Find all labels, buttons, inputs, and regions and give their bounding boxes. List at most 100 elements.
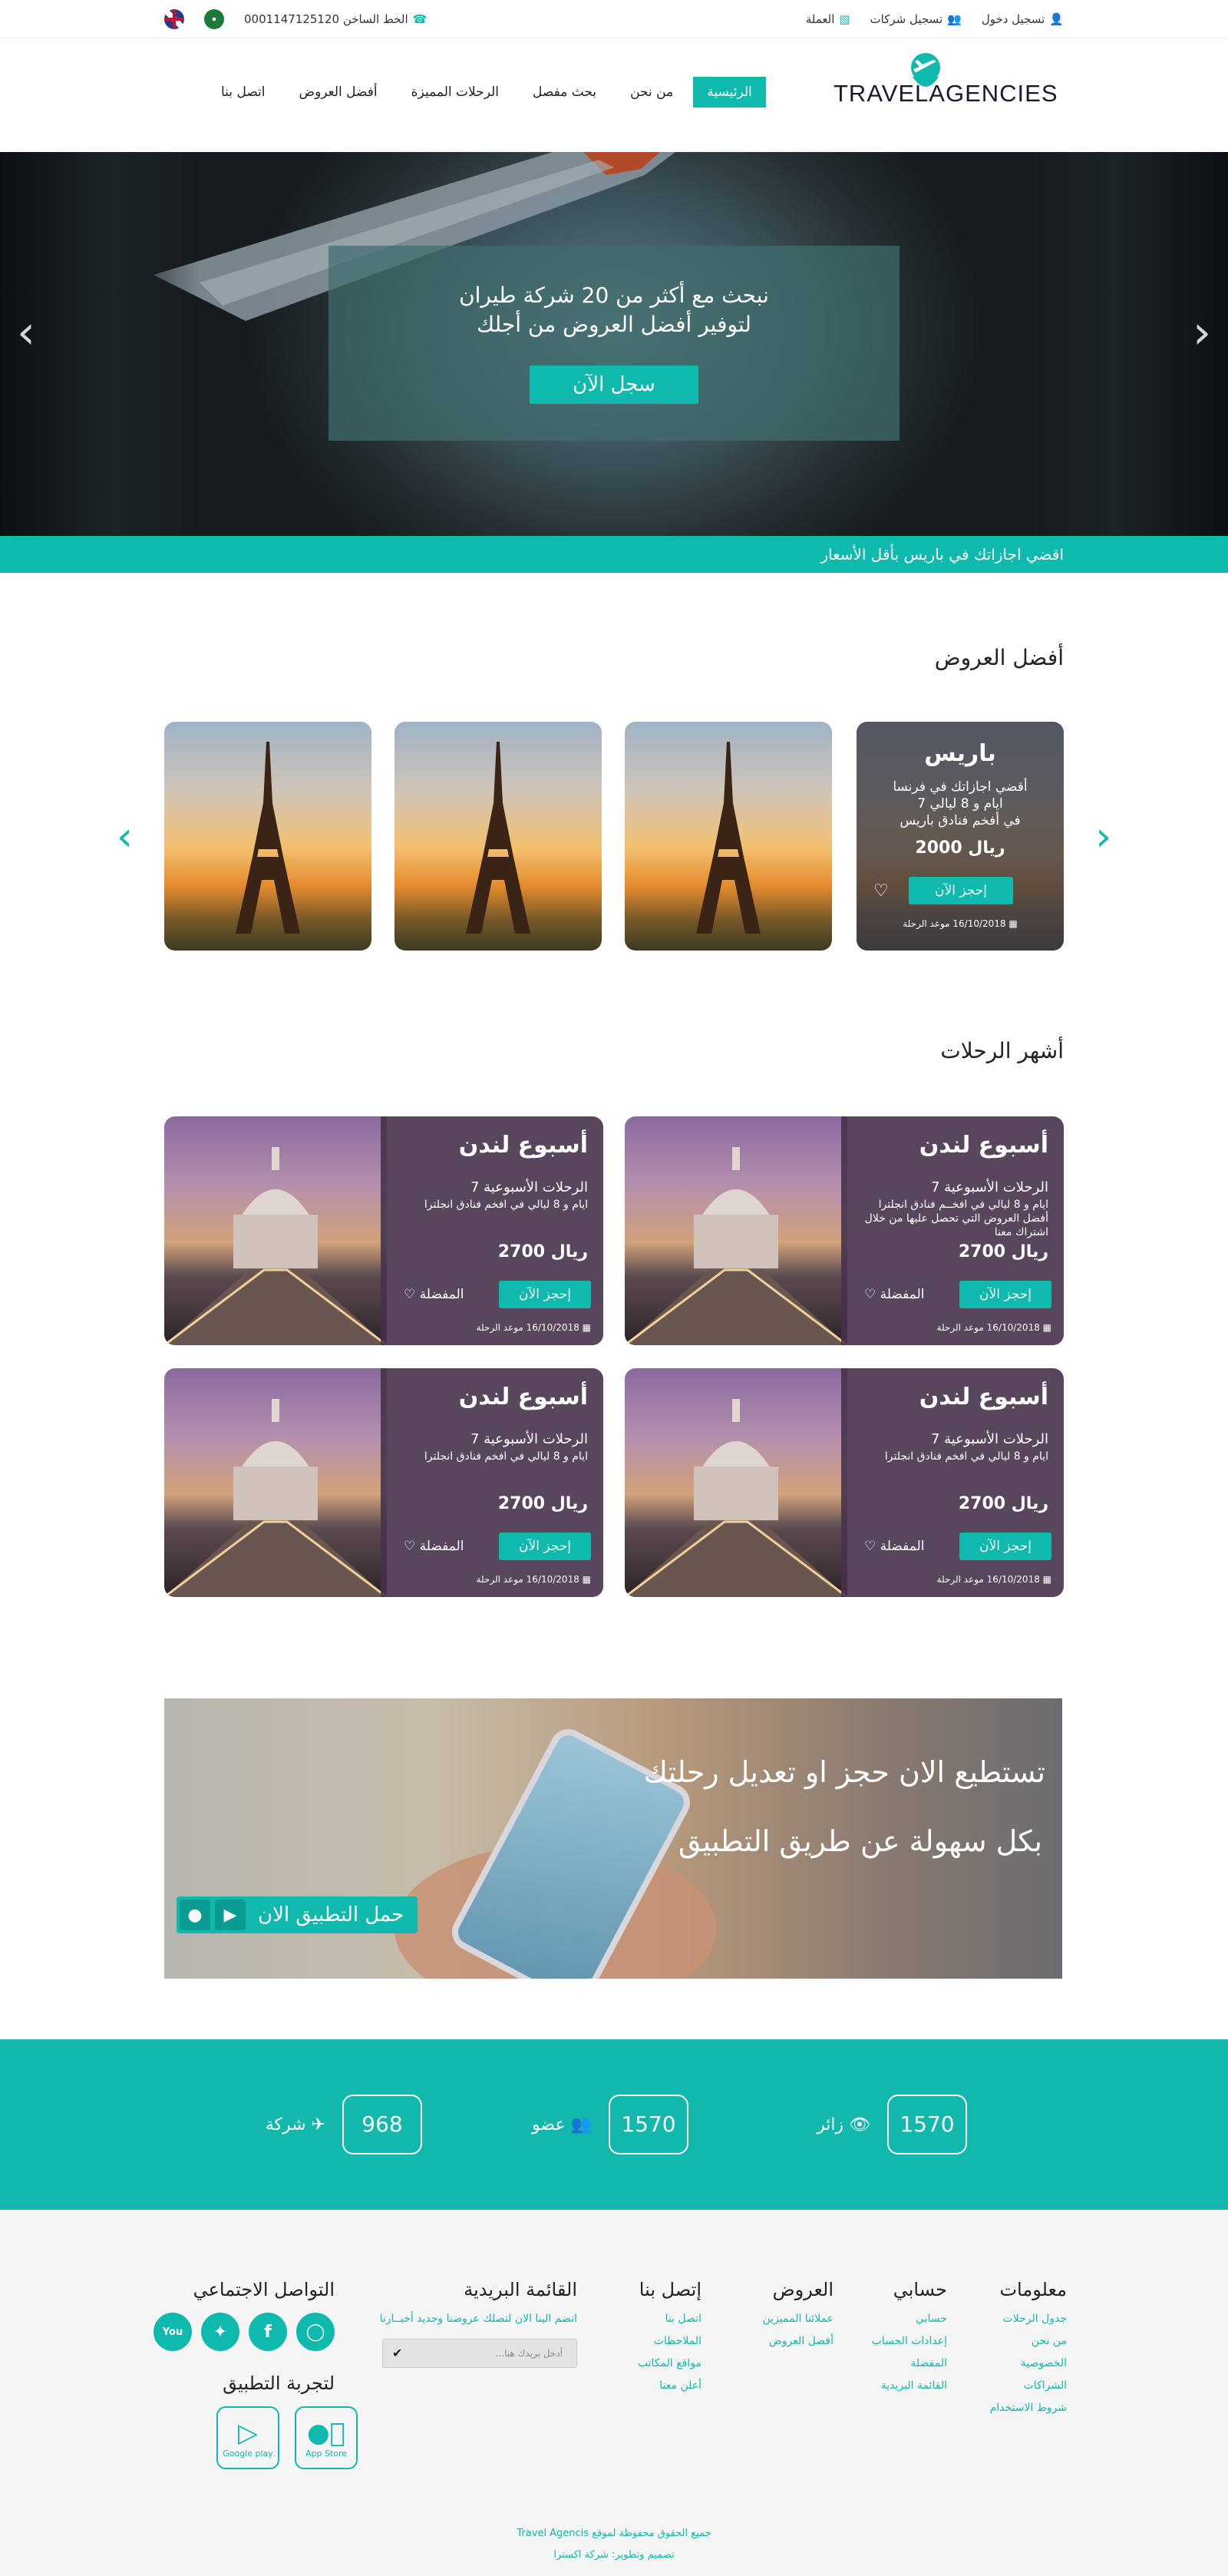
trip-favorite-button[interactable]: المفضلة ♡	[864, 1539, 924, 1554]
trip-description: ايام و 8 ليالي في افخــم فنادق انجلترا أف…	[852, 1198, 1048, 1239]
trip-book-button[interactable]: إحجز الآن	[499, 1281, 591, 1308]
google-play-badge[interactable]: ▷ Google play	[216, 2406, 279, 2469]
facebook-icon[interactable]: f	[249, 2313, 287, 2351]
trip-card[interactable]: أسبوع لندن الرحلات الأسبوعية 7 ايام و 8 لي…	[625, 1116, 1064, 1345]
offers-next-icon[interactable]: ›	[1095, 814, 1111, 860]
trip-book-button[interactable]: إحجز الآن	[959, 1281, 1051, 1308]
footer-link[interactable]: أفضل العروض	[763, 2335, 834, 2347]
app-try-title: لتجربة التطبيق	[223, 2373, 335, 2394]
twitter-icon[interactable]: ✦	[201, 2313, 239, 2351]
footer-link[interactable]: الشراكات	[990, 2379, 1067, 2392]
money-icon: ▧	[839, 12, 850, 27]
trip-price: ريال 2700	[497, 1242, 588, 1262]
nav-advanced-search[interactable]: بحث مفصل	[519, 77, 610, 107]
offer-card-featured[interactable]: باريس أقضي اجازاتك في فرنسا ايام و 8 ليا…	[857, 722, 1064, 951]
footer-social-column: التواصل الاجتماعي ◯ f ✦ You لتجربة التطب…	[154, 2279, 358, 2469]
footer-link[interactable]: من نحن	[990, 2335, 1067, 2347]
best-offers-title: أفضل العروض	[934, 645, 1064, 670]
footer-account-column: حسابي حسابي إعدادات الحساب المفضلة القائ…	[872, 2279, 947, 2402]
footer-newsletter-column: القائمة البريدية انضم الينا الان لتصلك ع…	[380, 2279, 577, 2368]
currency-link[interactable]: ▧ العملة	[806, 12, 850, 27]
nav-featured-trips[interactable]: الرحلات المميزة	[398, 77, 513, 107]
stat-value: 1570	[609, 2095, 688, 2154]
youtube-icon[interactable]: You	[154, 2313, 192, 2351]
check-icon[interactable]: ✔	[392, 2340, 402, 2367]
london-cathedral-image	[164, 1399, 388, 1597]
calendar-icon: ▦	[1039, 1574, 1051, 1585]
trip-book-button[interactable]: إحجز الآن	[959, 1533, 1051, 1560]
trip-favorite-button[interactable]: المفضلة ♡	[864, 1287, 924, 1302]
slider-prev-icon[interactable]: ‹	[17, 306, 35, 359]
app-banner-line2: بكل سهولة عن طريق التطبيق	[678, 1824, 1042, 1858]
company-signup-label: تسجيل شركات	[870, 12, 943, 26]
footer-link[interactable]: إعدادات الحساب	[872, 2335, 947, 2347]
trip-description: ايام و 8 ليالي في افخم فنادق انجلترا	[852, 1450, 1048, 1463]
trip-card[interactable]: أسبوع لندن الرحلات الأسبوعية 7 ايام و 8 لي…	[164, 1368, 603, 1597]
heart-icon[interactable]: ♡	[873, 881, 889, 901]
logo[interactable]: TRAVELAGENCIES	[834, 49, 1064, 111]
hero-signup-button[interactable]: سجل الآن	[530, 365, 698, 404]
offer-info-overlay: باريس أقضي اجازاتك في فرنسا ايام و 8 ليا…	[857, 722, 1064, 951]
footer-link[interactable]: الخصوصية	[990, 2357, 1067, 2369]
trip-description: ايام و 8 ليالي في افخم فنادق انجلترا	[391, 1450, 588, 1463]
google-play-icon: ▷	[237, 2417, 259, 2449]
trip-card[interactable]: أسبوع لندن الرحلات الأسبوعية 7 ايام و 8 لي…	[625, 1368, 1064, 1597]
trip-date-label: 16/10/2018 موعد الرحلة	[476, 1574, 579, 1585]
trip-image	[625, 1116, 848, 1345]
offer-card[interactable]	[625, 722, 832, 951]
footer-link[interactable]: حسابي	[872, 2313, 947, 2325]
uk-flag-icon[interactable]	[164, 9, 184, 29]
trip-title: أسبوع لندن	[458, 1132, 588, 1159]
trip-favorite-button[interactable]: المفضلة ♡	[404, 1287, 464, 1302]
calendar-icon: ▦	[579, 1322, 591, 1333]
footer-link[interactable]: مواقع المكاتب	[638, 2357, 701, 2369]
apple-icon[interactable]: ●	[180, 1900, 210, 1930]
nav-best-offers[interactable]: أفضل العروض	[286, 77, 391, 107]
offer-book-button[interactable]: إحجز الآن	[909, 877, 1013, 904]
nav-about[interactable]: من نحن	[616, 77, 687, 107]
offer-card[interactable]	[394, 722, 602, 951]
company-signup-link[interactable]: 👥 تسجيل شركات	[870, 12, 962, 27]
app-store-badge[interactable]: ●App Store	[295, 2406, 358, 2469]
download-app-button[interactable]: ● ▶ حمل التطبيق الان	[177, 1896, 418, 1933]
favorite-label: المفضلة	[880, 1287, 925, 1302]
saudi-flag-icon[interactable]	[204, 9, 224, 29]
offer-card[interactable]	[164, 722, 371, 951]
footer-link[interactable]: شروط الاستخدام	[990, 2402, 1067, 2414]
newsletter-email-input[interactable]: أدخل بريدك هنا... ✔	[382, 2339, 577, 2368]
google-play-icon[interactable]: ▶	[215, 1900, 246, 1930]
offers-prev-icon[interactable]: ‹	[117, 814, 133, 860]
footer-link[interactable]: المفضلة	[872, 2357, 947, 2369]
app-banner-line1: تستطيع الان حجز او تعديل رحلتك	[643, 1755, 1045, 1789]
footer-offers-title: العروض	[772, 2279, 834, 2300]
trip-desc-line: ايام و 8 ليالي في افخــم فنادق انجلترا	[878, 1199, 1048, 1211]
footer-link[interactable]: أعلن معنا	[638, 2379, 701, 2392]
trip-card[interactable]: أسبوع لندن الرحلات الأسبوعية 7 ايام و 8 لي…	[164, 1116, 603, 1345]
trip-date: ▦ 16/10/2018 موعد الرحلة	[937, 1322, 1051, 1333]
trip-book-button[interactable]: إحجز الآن	[499, 1533, 591, 1560]
nav-contact[interactable]: اتصل بنا	[207, 77, 279, 107]
footer-link[interactable]: الملاحظات	[638, 2335, 701, 2347]
nav-home[interactable]: الرئيسية	[693, 77, 766, 107]
ticker-text: اقضي اجازاتك في باريس بأقل الأسعار	[820, 545, 1064, 564]
design-credit: تصميم وتطوير: شركة اكسترا	[553, 2549, 675, 2561]
calendar-icon: ▦	[1005, 918, 1018, 929]
footer-link[interactable]: جدول الرحلات	[990, 2313, 1067, 2325]
calendar-icon: ▦	[579, 1574, 591, 1585]
footer-link[interactable]: اتصل بنا	[638, 2313, 701, 2325]
hotline-label: الخط الساخن 0001147125120	[244, 12, 408, 26]
footer-link[interactable]: القائمة البريدية	[872, 2379, 947, 2392]
hero-slider: نبحث مع أكثر من 20 شركة طيران لتوفير أفض…	[0, 152, 1228, 536]
google-play-label: Google play	[223, 2448, 273, 2459]
trip-favorite-button[interactable]: المفضلة ♡	[404, 1539, 464, 1554]
heart-icon: ♡	[864, 1287, 876, 1302]
instagram-icon[interactable]: ◯	[296, 2313, 335, 2351]
trip-price: ريال 2700	[497, 1494, 588, 1513]
footer-link[interactable]: عملائنا المميزين	[763, 2313, 834, 2325]
login-link[interactable]: 👤 تسجيل دخول	[982, 12, 1064, 27]
stat-label: شركة	[265, 2115, 306, 2135]
phone-icon: ☎	[412, 12, 427, 27]
slider-next-icon[interactable]: ›	[1193, 306, 1211, 359]
trip-desc-line: ايام و 8 ليالي في افخم فنادق انجلترا	[424, 1450, 588, 1463]
trip-info-panel: أسبوع لندن الرحلات الأسبوعية 7 ايام و 8 لي…	[381, 1368, 603, 1597]
